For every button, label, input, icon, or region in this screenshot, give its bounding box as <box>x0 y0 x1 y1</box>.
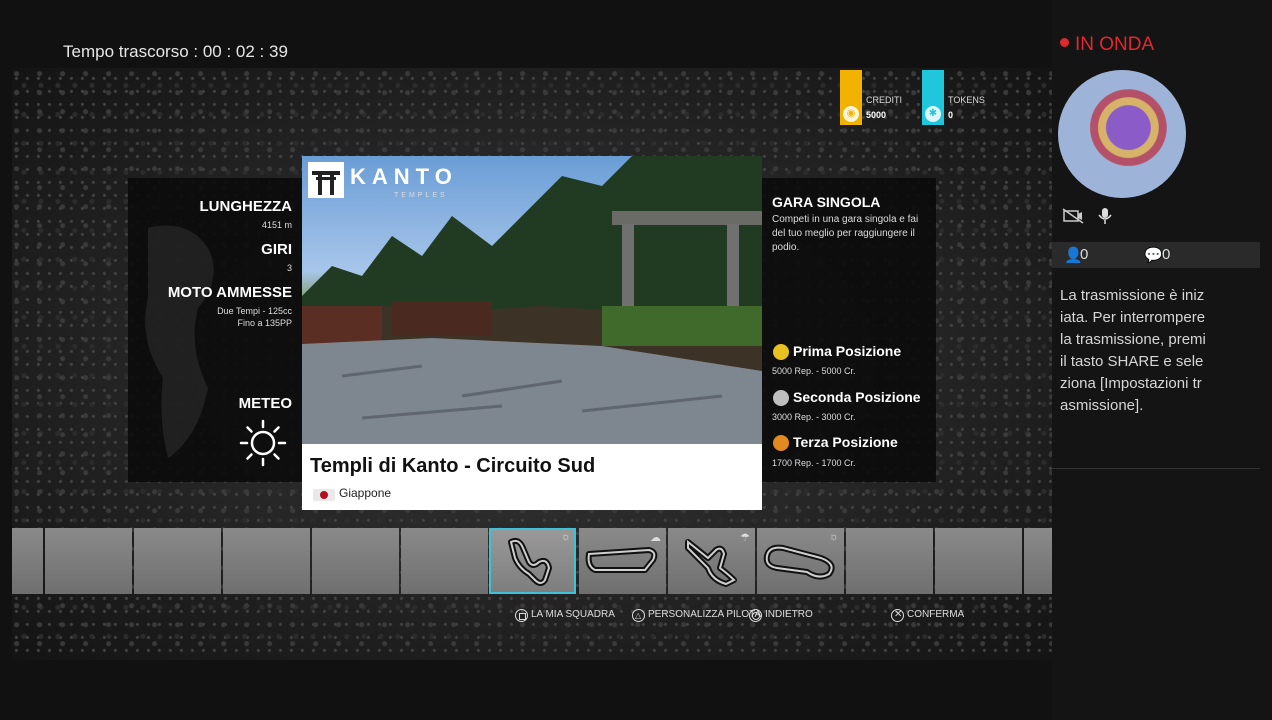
my-team-hint[interactable]: LA MIA SQUADRA <box>515 608 615 622</box>
second-position-label: Seconda Posizione <box>793 389 921 405</box>
credits-icon: ◉ <box>843 106 859 122</box>
track-tile[interactable] <box>134 528 221 594</box>
tokens-icon: ✱ <box>925 106 941 122</box>
track-tile[interactable] <box>1024 528 1052 594</box>
track-name: Templi di Kanto - Circuito Sud <box>310 455 596 477</box>
tokens-value: 0 <box>948 110 954 120</box>
bronze-medal-icon <box>773 435 789 451</box>
game-screen: Tempo trascorso : 00 : 02 : 39 ◉ CREDITI… <box>0 0 1052 720</box>
tokens-label: TOKENS <box>948 95 985 105</box>
on-air-status: IN ONDA <box>1060 34 1154 56</box>
customize-rider-hint[interactable]: △ PERSONALIZZA PILOTA <box>632 608 761 622</box>
track-country: Giappone <box>339 486 392 500</box>
race-info-panel: GARA SINGOLA Competi in una gara singola… <box>762 178 936 482</box>
third-position-reward: 1700 Rep. - 1700 Cr. <box>772 458 856 468</box>
track-info-panel: LUNGHEZZA 4151 m GIRI 3 MOTO AMMESSE Due… <box>128 178 302 482</box>
viewers-count: 0 <box>1080 246 1089 263</box>
credits-value: 5000 <box>866 110 887 120</box>
bikes-label: MOTO AMMESSE <box>167 284 292 301</box>
weather-sun-icon: ☼ <box>560 531 571 543</box>
laps-value: 3 <box>286 263 292 273</box>
track-card[interactable]: KANTO TEMPLES Templi di Kanto - Circuito… <box>302 156 762 510</box>
cross-button-icon: ✕ <box>891 608 904 622</box>
microphone-icon <box>1098 208 1112 224</box>
race-mode-title: GARA SINGOLA <box>772 194 881 210</box>
viewer-counts: 👤 0 💬 0 <box>1052 242 1260 268</box>
first-position-label: Prima Posizione <box>793 343 902 359</box>
bikes-limit: Fino a 135PP <box>237 318 292 328</box>
second-position-reward: 3000 Rep. - 3000 Cr. <box>772 412 856 422</box>
track-tile[interactable]: ☁ <box>579 528 666 594</box>
third-position-label: Terza Posizione <box>793 434 898 450</box>
weather-label: METEO <box>238 395 292 412</box>
back-hint[interactable]: INDIETRO <box>749 608 813 622</box>
gold-medal-icon <box>773 344 789 360</box>
sun-icon <box>239 419 287 467</box>
track-tile[interactable]: ☂ <box>668 528 755 594</box>
weather-sun-icon: ☼ <box>828 531 839 543</box>
comments-count: 0 <box>1162 246 1171 263</box>
track-preview-image: KANTO TEMPLES <box>302 156 762 444</box>
comments-icon: 💬 <box>1144 247 1163 264</box>
confirm-hint[interactable]: ✕ CONFERMA <box>891 608 964 622</box>
credits-label: CREDITI <box>866 95 902 105</box>
japan-flag-icon <box>313 489 335 501</box>
circle-button-icon <box>749 608 762 622</box>
logo-title: KANTO <box>350 164 458 189</box>
race-mode-description: Competi in una gara singola e fai del tu… <box>772 214 919 253</box>
track-tile[interactable] <box>223 528 310 594</box>
track-tile[interactable]: ☼ <box>757 528 844 594</box>
continent-map-icon <box>145 225 214 458</box>
kanto-torii-logo <box>308 162 344 198</box>
broadcast-message: La trasmissione è iniziata. Per interrom… <box>1060 287 1206 414</box>
track-tile[interactable] <box>12 528 43 594</box>
camera-off-icon <box>1062 208 1084 224</box>
bikes-class: Due Tempi - 125cc <box>217 306 292 316</box>
elapsed-time: Tempo trascorso : 00 : 02 : 39 <box>63 42 288 61</box>
track-selector: ☼ ☁ ☂ ☼ <box>12 528 1052 596</box>
first-position-reward: 5000 Rep. - 5000 Cr. <box>772 366 856 376</box>
weather-cloud-icon: ☁ <box>650 532 661 544</box>
track-tile[interactable] <box>846 528 933 594</box>
divider <box>1052 468 1260 469</box>
credits-badge: ◉ <box>840 70 862 125</box>
track-tile[interactable] <box>45 528 132 594</box>
broadcast-panel: IN ONDA 👤 0 💬 0 La trasmissione è inizia… <box>1052 0 1272 720</box>
stream-controls <box>1062 206 1122 226</box>
triangle-button-icon: △ <box>632 608 645 622</box>
avatar <box>1058 70 1186 198</box>
square-button-icon <box>515 608 528 622</box>
tokens-badge: ✱ <box>922 70 944 125</box>
live-dot-icon <box>1060 38 1069 48</box>
track-tile[interactable] <box>312 528 399 594</box>
track-tile[interactable] <box>935 528 1022 594</box>
weather-rain-icon: ☂ <box>740 532 750 544</box>
track-tile[interactable] <box>401 528 488 594</box>
silver-medal-icon <box>773 390 789 406</box>
logo-subtitle: TEMPLES <box>394 192 448 199</box>
laps-label: GIRI <box>261 241 292 258</box>
length-value: 4151 m <box>261 220 292 230</box>
length-label: LUNGHEZZA <box>199 198 293 215</box>
track-tile-selected[interactable]: ☼ <box>489 528 576 594</box>
